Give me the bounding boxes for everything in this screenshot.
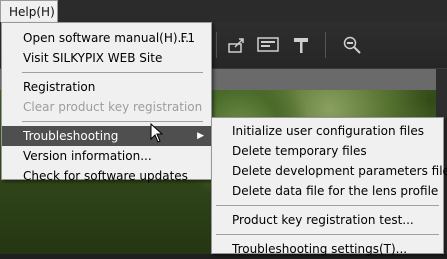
help-menu-label: Help(H) [9, 5, 55, 19]
shortcut-f1: F1 [180, 31, 195, 45]
menu-separator [216, 234, 439, 235]
menu-item-troubleshooting-settings[interactable]: Troubleshooting settings(T)... [212, 239, 443, 259]
menu-separator [216, 205, 439, 206]
display-icon[interactable] [257, 34, 279, 56]
help-menu: Open software manual(H)... F1 Visit SILK… [1, 22, 212, 183]
menu-separator [22, 121, 203, 122]
hammer-icon[interactable] [290, 34, 312, 56]
menu-item-delete-dev-params[interactable]: Delete development parameters files [212, 161, 447, 181]
menu-bar: Help(H) [0, 0, 447, 23]
menu-item-clear-product-key: Clear product key registration [23, 100, 203, 114]
submenu-arrow-icon: ▶ [197, 131, 204, 141]
menu-item-initialize-config[interactable]: Initialize user configuration files [212, 121, 443, 141]
menu-item-troubleshooting[interactable]: Troubleshooting ▶ [2, 126, 211, 146]
menu-item-open-manual[interactable]: Open software manual(H)... F1 [2, 28, 211, 48]
export-icon[interactable] [226, 34, 248, 56]
menu-item-delete-lens-profile[interactable]: Delete data file for the lens profile [212, 181, 443, 201]
menu-separator [22, 72, 203, 73]
menu-item-product-key-test[interactable]: Product key registration test... [212, 210, 443, 230]
menu-item-delete-temp-files[interactable]: Delete temporary files [212, 141, 443, 161]
toolbar-separator [216, 32, 217, 58]
mouse-cursor-icon [150, 122, 164, 143]
toolbar-separator [325, 32, 326, 58]
menu-item-version-info[interactable]: Version information... [2, 146, 211, 166]
help-menu-button[interactable]: Help(H) [0, 0, 58, 22]
menu-item-visit-website[interactable]: Visit SILKYPIX WEB Site [2, 48, 211, 68]
menu-item-check-updates[interactable]: Check for software updates [2, 166, 211, 186]
zoom-icon[interactable] [341, 34, 363, 56]
menu-item-registration[interactable]: Registration [2, 77, 211, 97]
troubleshooting-submenu: Initialize user configuration files Dele… [211, 117, 447, 256]
